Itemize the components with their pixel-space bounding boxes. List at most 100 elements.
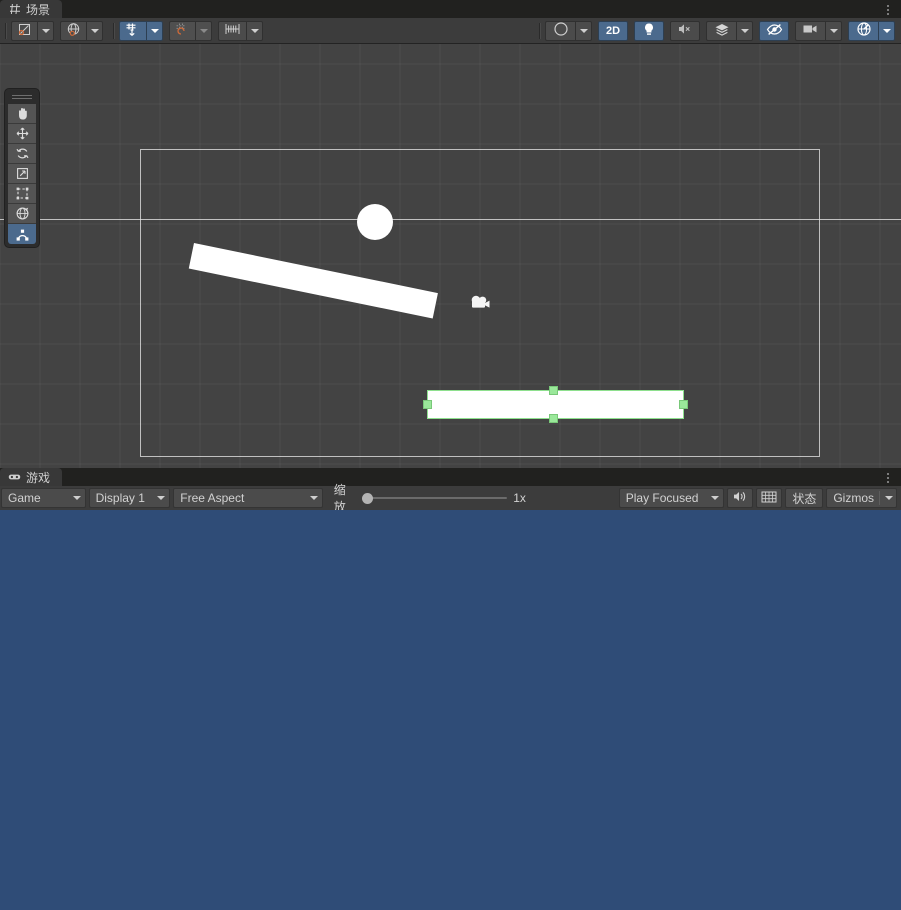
rotate-tool-button[interactable] — [8, 144, 36, 164]
transform-globe-icon — [15, 206, 30, 221]
pivot-mode-dropdown[interactable] — [37, 20, 54, 41]
scale-arrow-icon — [15, 166, 30, 181]
chevron-down-icon — [72, 496, 81, 500]
paddle-sprite-selected[interactable] — [423, 386, 688, 423]
selection-handle-top[interactable] — [549, 386, 558, 395]
scene-gizmo-icon — [856, 21, 872, 40]
toolbar-separator — [539, 22, 540, 39]
chevron-down-icon — [90, 28, 99, 33]
grid-size-dropdown[interactable] — [246, 20, 263, 41]
tab-game[interactable]: 游戏 — [0, 468, 63, 486]
move-tool-button[interactable] — [8, 124, 36, 144]
scene-panel-menu-button[interactable] — [881, 2, 895, 17]
scene-audio-toggle[interactable] — [670, 20, 700, 41]
scene-camera-button[interactable] — [795, 20, 825, 41]
drag-grip-icon[interactable] — [12, 93, 32, 101]
game-play-mode-select[interactable]: Play Focused — [618, 488, 725, 508]
game-target-select[interactable]: Game — [1, 488, 86, 508]
shading-mode-dropdown[interactable] — [575, 20, 592, 41]
tab-scene-label: 场景 — [26, 2, 51, 17]
game-scale-knob[interactable] — [361, 492, 373, 504]
gizmos-divider — [879, 491, 881, 505]
move-arrows-icon — [15, 126, 30, 141]
increment-snap-dropdown[interactable] — [195, 20, 212, 41]
game-scale-slider[interactable] — [361, 488, 507, 508]
rect-transform-icon — [15, 186, 30, 201]
rect-tool-button[interactable] — [8, 184, 36, 204]
game-stats-label: 状态 — [792, 491, 817, 506]
game-aspect-select[interactable]: Free Aspect — [173, 488, 323, 508]
scene-gizmo-dropdown[interactable] — [878, 20, 895, 41]
selection-handle-bottom[interactable] — [549, 414, 558, 423]
chevron-down-icon — [711, 496, 720, 500]
game-display-select[interactable]: Display 1 — [88, 488, 171, 508]
chevron-down-icon — [157, 496, 166, 500]
main-camera-gizmo[interactable] — [468, 292, 494, 316]
game-target-value: Game — [8, 491, 41, 505]
game-scale-value: 1x — [513, 491, 526, 505]
pivot-center-icon — [17, 22, 32, 40]
transform-tool-button[interactable] — [8, 204, 36, 224]
game-toolbar: Game Display 1 Free Aspect 缩放 1x Play Fo… — [0, 483, 901, 514]
speaker-icon — [732, 490, 748, 506]
scene-tabbar: 场景 — [0, 0, 901, 18]
tab-scene[interactable]: 场景 — [0, 0, 63, 18]
game-panel-menu-button[interactable] — [881, 470, 895, 485]
gizmos-visibility-toggle[interactable] — [759, 20, 789, 41]
scene-tool-palette — [4, 88, 40, 248]
grid-size-button[interactable] — [218, 20, 246, 41]
game-stats-button[interactable]: 状态 — [785, 488, 824, 508]
chevron-down-icon — [150, 28, 159, 33]
chevron-down-icon — [885, 496, 894, 500]
toolbar-separator — [5, 22, 6, 39]
ball-sprite[interactable] — [357, 204, 393, 240]
grid-ruler-icon — [224, 22, 241, 39]
game-viewport[interactable] — [0, 510, 901, 910]
scene-fx-dropdown[interactable] — [736, 20, 753, 41]
custom-editor-tool-button[interactable] — [8, 224, 36, 244]
fx-layers-icon — [714, 22, 730, 40]
chevron-down-icon — [829, 28, 838, 33]
eye-slash-icon — [766, 23, 783, 39]
game-gizmos-label: Gizmos — [833, 491, 875, 505]
chevron-down-icon — [199, 28, 208, 33]
scene-camera-dropdown[interactable] — [825, 20, 842, 41]
handle-space-button[interactable] — [60, 20, 86, 41]
selection-handle-left[interactable] — [423, 400, 432, 409]
toolbar-separator — [113, 22, 114, 39]
increment-snap-button[interactable] — [169, 20, 195, 41]
game-mute-button[interactable] — [727, 488, 754, 508]
custom-tool-icon — [15, 227, 30, 242]
game-scale-label: 缩放 — [333, 483, 346, 514]
scale-tool-button[interactable] — [8, 164, 36, 184]
scene-lighting-toggle[interactable] — [634, 20, 664, 41]
mode-2d-toggle[interactable]: 2D — [598, 20, 628, 41]
grid-snap-icon — [125, 22, 141, 40]
grid-snap-dropdown[interactable] — [146, 20, 163, 41]
chevron-down-icon — [740, 28, 749, 33]
game-play-mode-value: Play Focused — [625, 491, 699, 505]
gamepad-icon — [8, 471, 21, 484]
pivot-mode-button[interactable] — [11, 20, 37, 41]
frame-grid-icon — [761, 491, 777, 506]
chevron-down-icon — [250, 28, 259, 33]
game-frame-debug-button[interactable] — [756, 488, 783, 508]
shading-mode-button[interactable] — [545, 20, 575, 41]
speaker-muted-icon — [677, 22, 693, 39]
unity-editor-window: 场景 2D 游戏 Game Display 1 Free Aspect 缩放 1… — [0, 0, 901, 910]
chevron-down-icon — [579, 28, 588, 33]
chevron-down-icon — [309, 496, 318, 500]
increment-snap-icon — [175, 22, 190, 40]
globe-handle-icon — [66, 22, 81, 40]
tab-game-label: 游戏 — [26, 470, 51, 485]
grid-snap-button[interactable] — [119, 20, 146, 41]
lightbulb-icon — [642, 22, 656, 40]
game-gizmos-button[interactable]: Gizmos — [826, 488, 898, 508]
scene-fx-button[interactable] — [706, 20, 736, 41]
selection-handle-right[interactable] — [679, 400, 688, 409]
scene-viewport[interactable] — [0, 44, 901, 468]
handle-space-dropdown[interactable] — [86, 20, 103, 41]
hand-tool-button[interactable] — [8, 104, 36, 124]
hand-icon — [15, 106, 30, 121]
scene-gizmo-button[interactable] — [848, 20, 878, 41]
